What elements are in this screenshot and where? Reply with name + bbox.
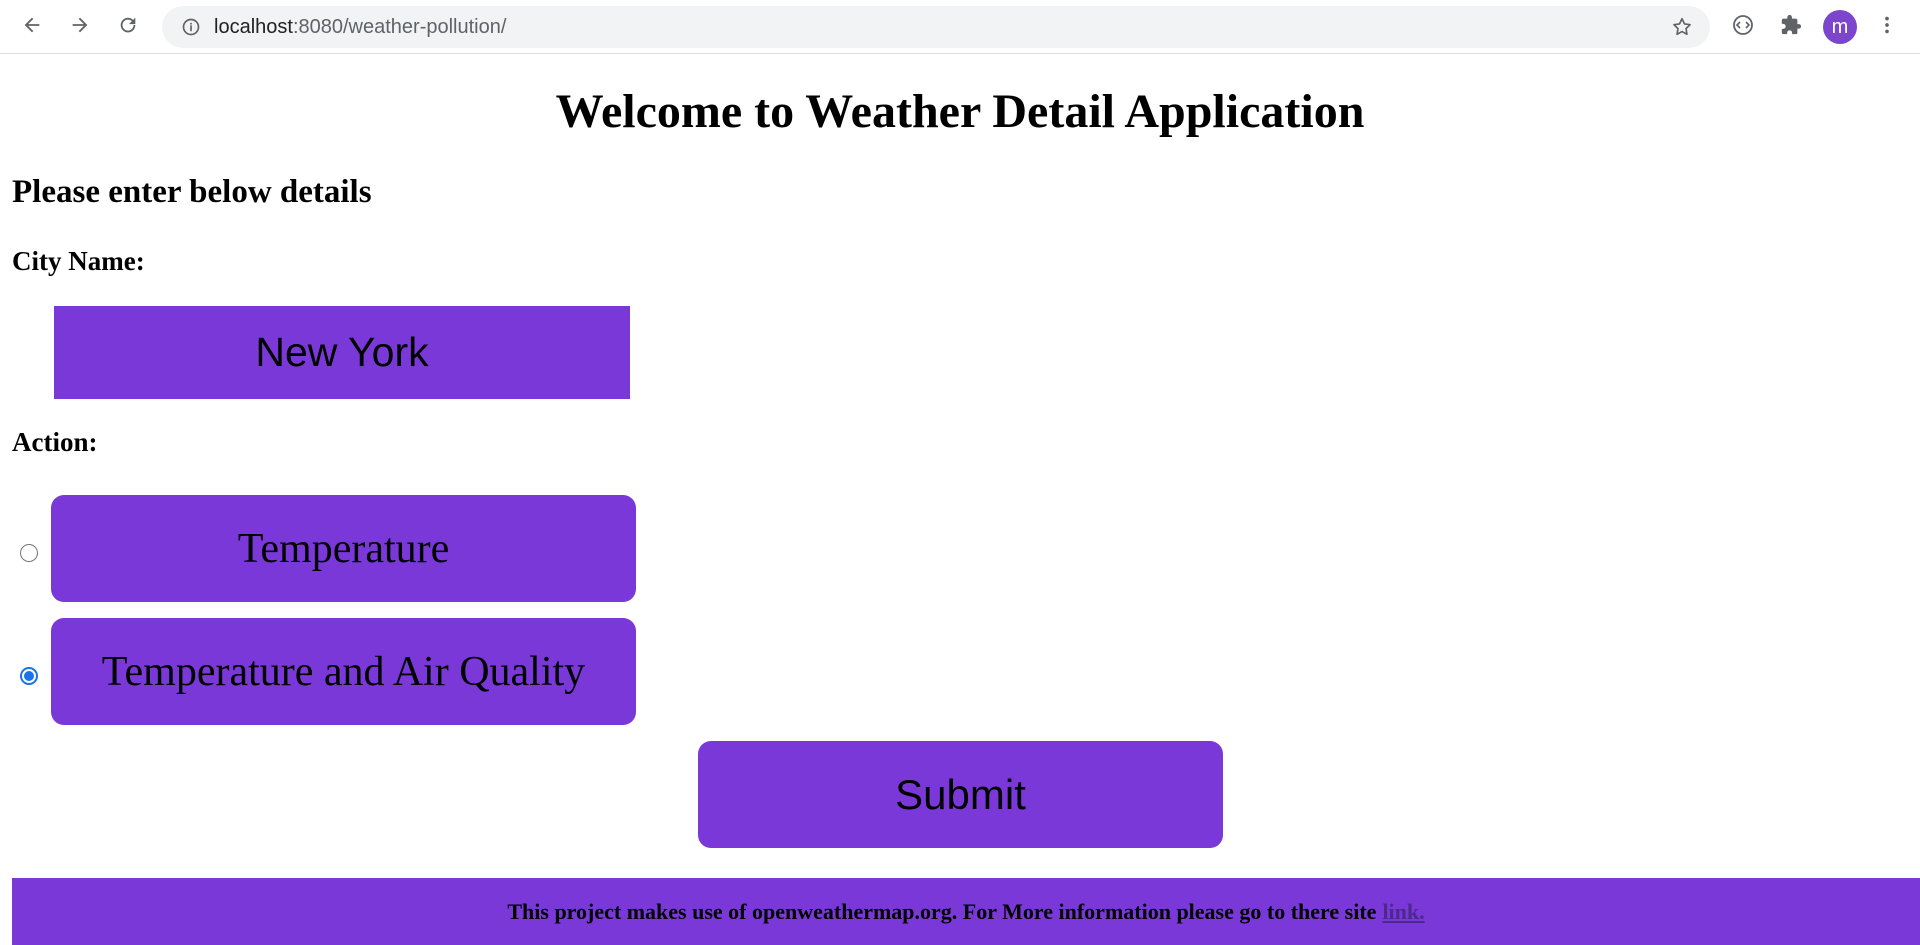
code-circle-icon — [1731, 13, 1755, 42]
browser-menu-button[interactable] — [1871, 11, 1903, 43]
browser-toolbar: localhost:8080/weather-pollution/ m — [0, 0, 1920, 54]
back-button[interactable] — [16, 11, 48, 43]
arrow-right-icon — [69, 14, 91, 41]
more-vertical-icon — [1876, 14, 1898, 41]
footer-text: This project makes use of openweathermap… — [507, 898, 1377, 924]
profile-avatar[interactable]: m — [1823, 10, 1857, 44]
submit-button[interactable]: Submit — [698, 741, 1223, 848]
address-bar[interactable]: localhost:8080/weather-pollution/ — [162, 6, 1710, 48]
info-icon[interactable] — [176, 12, 206, 42]
extensions-menu-button[interactable] — [1775, 11, 1807, 43]
temperature-option-label[interactable]: Temperature — [51, 495, 636, 602]
reload-button[interactable] — [112, 11, 144, 43]
temperature-air-quality-radio[interactable] — [20, 667, 38, 685]
arrow-left-icon — [21, 14, 43, 41]
extension-button[interactable] — [1727, 11, 1759, 43]
temperature-radio[interactable] — [20, 544, 38, 562]
forward-button[interactable] — [64, 11, 96, 43]
url-host: localhost — [214, 15, 293, 38]
city-name-input[interactable] — [54, 306, 630, 399]
temperature-air-quality-option-label[interactable]: Temperature and Air Quality — [51, 618, 636, 725]
footer: This project makes use of openweathermap… — [12, 878, 1920, 945]
form-heading: Please enter below details — [12, 174, 372, 210]
url-path: :8080/weather-pollution/ — [292, 15, 507, 38]
city-name-label: City Name: — [12, 246, 145, 276]
action-label: Action: — [12, 427, 98, 457]
reload-icon — [117, 14, 139, 41]
page-title: Welcome to Weather Detail Application — [555, 85, 1365, 138]
bookmark-star-icon[interactable] — [1668, 13, 1696, 41]
puzzle-icon — [1780, 14, 1802, 41]
footer-link[interactable]: link. — [1382, 899, 1424, 925]
